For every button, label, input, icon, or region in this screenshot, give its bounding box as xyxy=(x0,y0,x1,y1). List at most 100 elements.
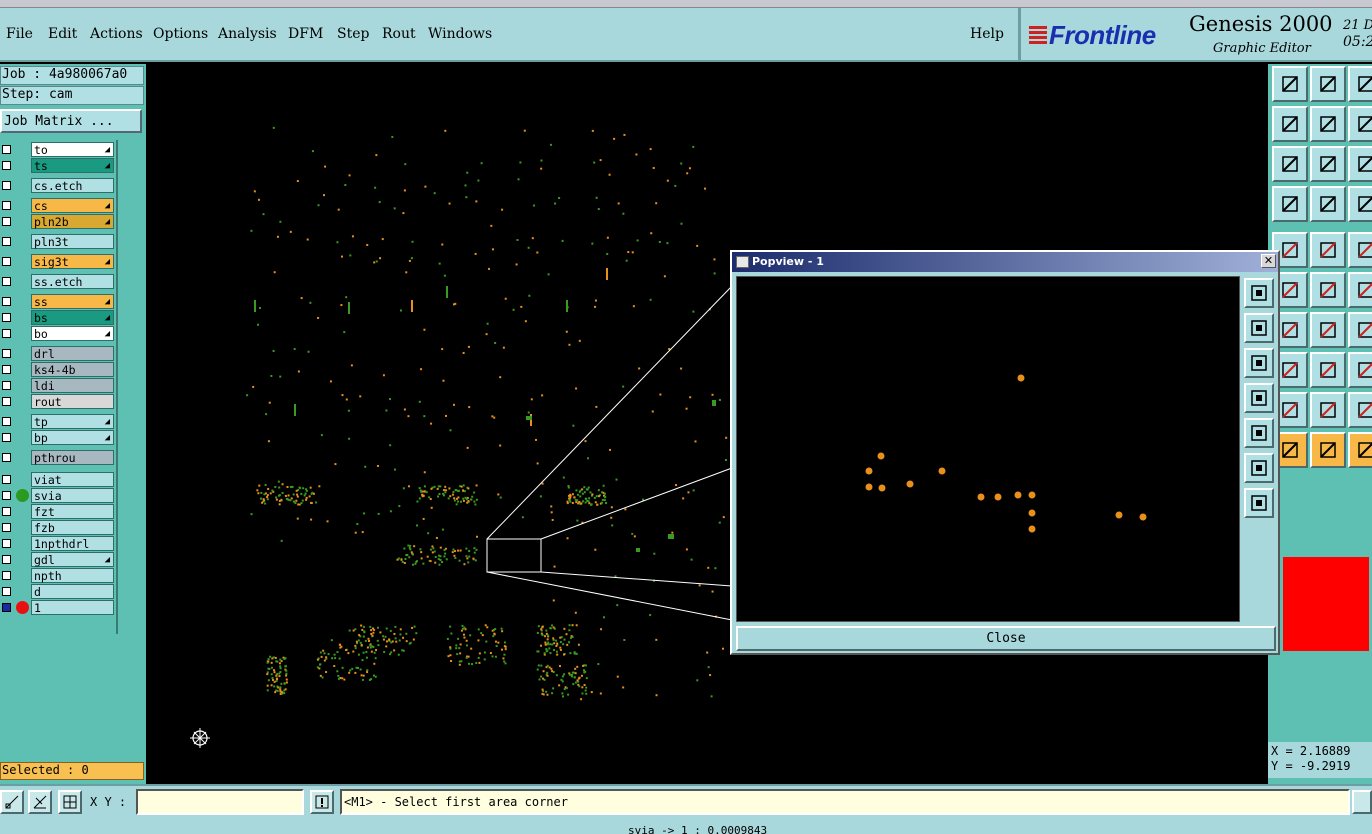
layer-checkbox[interactable] xyxy=(2,507,11,516)
menu-dfm[interactable]: DFM xyxy=(288,26,323,42)
layer-checkbox[interactable] xyxy=(2,277,11,286)
layer-checkbox[interactable] xyxy=(2,181,11,190)
layer-name[interactable]: gdl ◢ xyxy=(31,552,114,567)
layer-name[interactable]: viat xyxy=(31,472,114,487)
menu-edit[interactable]: Edit xyxy=(48,26,77,42)
menu-actions[interactable]: Actions xyxy=(90,26,143,42)
layer-name[interactable]: ldi xyxy=(31,378,114,393)
tool-home-button[interactable] xyxy=(1348,66,1372,102)
window-menu-icon[interactable] xyxy=(736,256,749,268)
menu-options[interactable]: Options xyxy=(153,26,208,42)
tool-triangle-2-button[interactable] xyxy=(1310,392,1346,428)
layer-checkbox[interactable] xyxy=(2,217,11,226)
layer-row-ks4-4b[interactable]: ks4-4b xyxy=(0,362,116,377)
layer-name[interactable]: tp ◢ xyxy=(31,414,114,429)
tool-undo-zoom-button[interactable] xyxy=(1348,106,1372,142)
layer-name[interactable]: fzt xyxy=(31,504,114,519)
tool-line-draw-2-button[interactable] xyxy=(1310,312,1346,348)
layer-row-drl[interactable]: drl xyxy=(0,346,116,361)
layer-name[interactable]: bp ◢ xyxy=(31,430,114,445)
layer-row-sig3t[interactable]: sig3t ◢ xyxy=(0,254,116,269)
layer-row-cs[interactable]: cs ◢ xyxy=(0,198,116,213)
layer-checkbox[interactable] xyxy=(2,433,11,442)
layer-row-ss.etch[interactable]: ss.etch xyxy=(0,274,116,289)
layer-name[interactable]: pln2b ◢ xyxy=(31,214,114,229)
popview-pan-down-button[interactable] xyxy=(1244,348,1274,378)
layer-row-1npthdrl[interactable]: 1npthdrl xyxy=(0,536,116,551)
layer-checkbox[interactable] xyxy=(2,257,11,266)
layer-name[interactable]: bo ◢ xyxy=(31,326,114,341)
layer-row-ss[interactable]: ss ◢ xyxy=(0,294,116,309)
layer-row-1[interactable]: 1 xyxy=(0,600,116,615)
tool-select-box-button[interactable] xyxy=(1310,432,1346,468)
popview-canvas[interactable] xyxy=(736,276,1240,622)
tool-no-select-button[interactable] xyxy=(1348,432,1372,468)
layer-checkbox[interactable] xyxy=(2,297,11,306)
tool-triangle-3-button[interactable] xyxy=(1348,392,1372,428)
xy-input[interactable] xyxy=(136,789,304,815)
layer-row-ts[interactable]: ts ◢ xyxy=(0,158,116,173)
layer-checkbox[interactable] xyxy=(2,365,11,374)
layer-checkbox[interactable] xyxy=(2,145,11,154)
layer-name[interactable]: ss.etch xyxy=(31,274,114,289)
layer-checkbox[interactable] xyxy=(2,453,11,462)
tool-connect-button[interactable] xyxy=(1310,186,1346,222)
menu-file[interactable]: File xyxy=(6,26,33,42)
popview-close-button[interactable]: Close xyxy=(736,626,1276,651)
layer-name[interactable]: ss ◢ xyxy=(31,294,114,309)
popview-pan-right-button[interactable] xyxy=(1244,418,1274,448)
popview-close-icon[interactable]: ✕ xyxy=(1261,254,1276,268)
layer-row-bp[interactable]: bp ◢ xyxy=(0,430,116,445)
tool-zoom-1to1-button[interactable] xyxy=(1348,146,1372,182)
tool-line-select-button[interactable] xyxy=(1310,352,1346,388)
layer-state-indicator[interactable] xyxy=(16,489,29,502)
layer-checkbox[interactable] xyxy=(2,397,11,406)
layer-checkbox[interactable] xyxy=(2,587,11,596)
popview-pan-left-button[interactable] xyxy=(1244,383,1274,413)
layer-checkbox[interactable] xyxy=(2,539,11,548)
layer-row-fzt[interactable]: fzt xyxy=(0,504,116,519)
layer-row-gdl[interactable]: gdl ◢ xyxy=(0,552,116,567)
tool-pan-left-button[interactable] xyxy=(1272,106,1308,142)
layer-row-tp[interactable]: tp ◢ xyxy=(0,414,116,429)
menu-help[interactable]: Help xyxy=(970,26,1004,42)
layer-name[interactable]: to ◢ xyxy=(31,142,114,157)
layer-checkbox[interactable] xyxy=(2,201,11,210)
popview-zoom-home-button[interactable] xyxy=(1244,278,1274,308)
popview-pan-up-button[interactable] xyxy=(1244,313,1274,343)
layer-row-bo[interactable]: bo ◢ xyxy=(0,326,116,341)
layer-row-rout[interactable]: rout xyxy=(0,394,116,409)
layer-checkbox[interactable] xyxy=(2,491,11,500)
tool-ruler-button[interactable] xyxy=(1348,232,1372,268)
tool-pan-down-button[interactable] xyxy=(1310,66,1346,102)
layer-name[interactable]: cs ◢ xyxy=(31,198,114,213)
layer-name[interactable]: d xyxy=(31,584,114,599)
info-button[interactable] xyxy=(1352,790,1372,814)
tool-zoom-fit-button[interactable] xyxy=(1272,146,1308,182)
layer-name[interactable]: fzb xyxy=(31,520,114,535)
layer-checkbox[interactable] xyxy=(2,571,11,580)
layer-name[interactable]: 1 xyxy=(31,600,114,615)
layer-row-pln2b[interactable]: pln2b ◢ xyxy=(0,214,116,229)
layer-checkbox[interactable] xyxy=(2,523,11,532)
layer-checkbox[interactable] xyxy=(2,349,11,358)
layer-checkbox[interactable] xyxy=(2,237,11,246)
layer-name[interactable]: svia xyxy=(31,488,114,503)
snap-button[interactable] xyxy=(0,790,24,814)
layer-name[interactable]: sig3t ◢ xyxy=(31,254,114,269)
measure-button[interactable] xyxy=(28,790,52,814)
layer-row-bs[interactable]: bs ◢ xyxy=(0,310,116,325)
layer-checkbox[interactable] xyxy=(2,417,11,426)
menu-step[interactable]: Step xyxy=(337,26,369,42)
layer-row-viat[interactable]: viat xyxy=(0,472,116,487)
tool-measure-button[interactable] xyxy=(1272,186,1308,222)
layer-row-pln3t[interactable]: pln3t xyxy=(0,234,116,249)
menu-analysis[interactable]: Analysis xyxy=(218,26,277,42)
tool-pan-up-button[interactable] xyxy=(1272,66,1308,102)
layer-checkbox[interactable] xyxy=(2,475,11,484)
tool-move-button[interactable] xyxy=(1348,272,1372,308)
menu-rout[interactable]: Rout xyxy=(382,26,416,42)
tool-add-line-button[interactable] xyxy=(1310,232,1346,268)
layer-row-pthrou[interactable]: pthrou xyxy=(0,450,116,465)
layer-row-ldi[interactable]: ldi xyxy=(0,378,116,393)
